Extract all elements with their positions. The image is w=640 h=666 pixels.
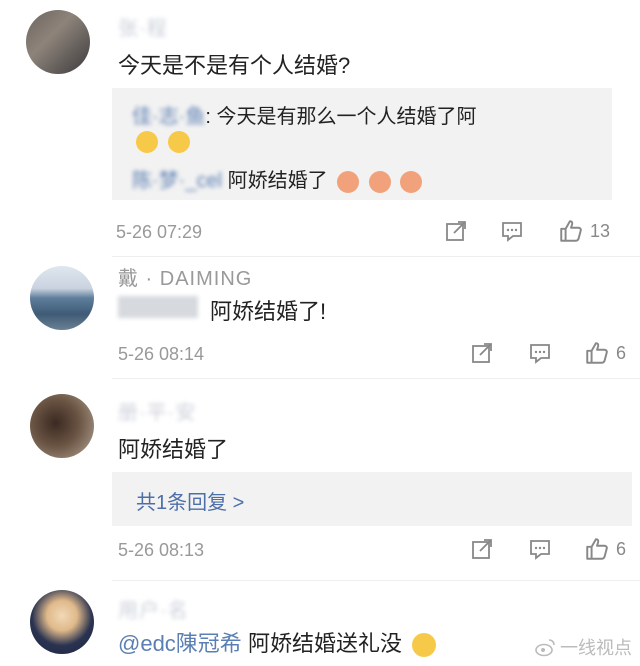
emoji-icon bbox=[136, 130, 158, 153]
watermark: 一线视点 bbox=[534, 634, 632, 660]
more-replies-label: 共1条回复 > bbox=[136, 492, 245, 514]
comment-icon bbox=[530, 344, 550, 364]
comment-actions: 6 bbox=[466, 338, 640, 368]
like-count: 6 bbox=[616, 342, 627, 363]
comment-username[interactable]: 册·平·安 bbox=[118, 396, 196, 425]
reply-text: : 今天是有那么一个人结婚了阿 bbox=[205, 106, 477, 128]
more-replies-button[interactable]: 共1条回复 > bbox=[112, 472, 632, 526]
like-count: 13 bbox=[590, 220, 611, 241]
divider bbox=[112, 256, 640, 257]
blurred-username bbox=[118, 296, 198, 318]
reply-item: 佳·志·鱼: 今天是有那么一个人结婚了阿 bbox=[132, 100, 476, 129]
comment-text-content: 阿娇结婚送礼没 bbox=[247, 631, 402, 656]
comment-time: 5-26 08:14 bbox=[118, 344, 205, 364]
comment-button[interactable] bbox=[528, 534, 552, 564]
like-count: 6 bbox=[616, 538, 627, 559]
like-button[interactable]: 6 bbox=[584, 534, 626, 564]
grin-emoji-icon bbox=[412, 633, 437, 658]
comment-username[interactable]: 用户·名 bbox=[118, 594, 189, 623]
like-button[interactable]: 13 bbox=[558, 216, 610, 246]
share-icon bbox=[472, 539, 492, 559]
thumbs-up-icon bbox=[586, 538, 608, 560]
weibo-logo-icon bbox=[535, 639, 555, 657]
share-button[interactable] bbox=[470, 338, 494, 368]
reply-emoji-row bbox=[132, 130, 190, 153]
comment-button[interactable] bbox=[500, 216, 524, 246]
comment-item: 张·程 今天是不是有个人结婚? 佳·志·鱼: 今天是有那么一个人结婚了阿 陈·梦… bbox=[0, 0, 640, 260]
comment-username[interactable]: 戴 · DAIMING bbox=[118, 262, 252, 291]
reply-text: 阿娇结婚了 bbox=[227, 170, 328, 192]
mention-link[interactable]: @edc陳冠希 bbox=[118, 631, 242, 656]
comment-text: 阿娇结婚了! bbox=[210, 299, 327, 324]
share-icon bbox=[446, 221, 466, 241]
comment-actions: 13 bbox=[440, 216, 640, 246]
comment-text: @edc陳冠希 阿娇结婚送礼没 bbox=[118, 626, 437, 658]
avatar[interactable] bbox=[30, 266, 94, 330]
emoji-icon bbox=[167, 130, 190, 153]
comment-item: 戴 · DAIMING 阿娇结婚了! 5-26 08:14 6 bbox=[0, 258, 640, 380]
watermark-text: 一线视点 bbox=[560, 638, 632, 658]
comment-username[interactable]: 张·程 bbox=[118, 12, 168, 41]
divider bbox=[112, 580, 640, 581]
emoji-icon bbox=[337, 170, 360, 193]
comment-text: 阿娇结婚了 bbox=[118, 437, 229, 462]
comment-button[interactable] bbox=[528, 338, 552, 368]
comment-icon bbox=[502, 222, 522, 242]
share-button[interactable] bbox=[470, 534, 494, 564]
share-icon bbox=[472, 343, 492, 363]
comment-item: 册·平·安 阿娇结婚了 共1条回复 > 5-26 08:13 6 bbox=[0, 382, 640, 582]
comment-time: 5-26 07:29 bbox=[116, 222, 203, 242]
emoji-icon bbox=[368, 170, 391, 193]
avatar[interactable] bbox=[30, 394, 94, 458]
reply-username[interactable]: 佳·志·鱼 bbox=[132, 106, 205, 128]
reply-username[interactable]: 陈·梦·_cel bbox=[132, 170, 222, 192]
comment-actions: 6 bbox=[466, 534, 640, 564]
thumbs-up-icon bbox=[560, 220, 582, 242]
comment-icon bbox=[530, 540, 550, 560]
avatar[interactable] bbox=[26, 10, 90, 74]
thumbs-up-icon bbox=[586, 342, 608, 364]
reply-box[interactable]: 佳·志·鱼: 今天是有那么一个人结婚了阿 陈·梦·_cel 阿娇结婚了 bbox=[112, 88, 612, 200]
avatar[interactable] bbox=[30, 590, 94, 654]
like-button[interactable]: 6 bbox=[584, 338, 626, 368]
comment-text: 今天是不是有个人结婚? bbox=[118, 53, 351, 78]
divider bbox=[112, 378, 640, 379]
reply-item: 陈·梦·_cel 阿娇结婚了 bbox=[132, 164, 423, 193]
comment-time: 5-26 08:13 bbox=[118, 540, 205, 560]
emoji-icon bbox=[400, 170, 423, 193]
share-button[interactable] bbox=[444, 216, 468, 246]
